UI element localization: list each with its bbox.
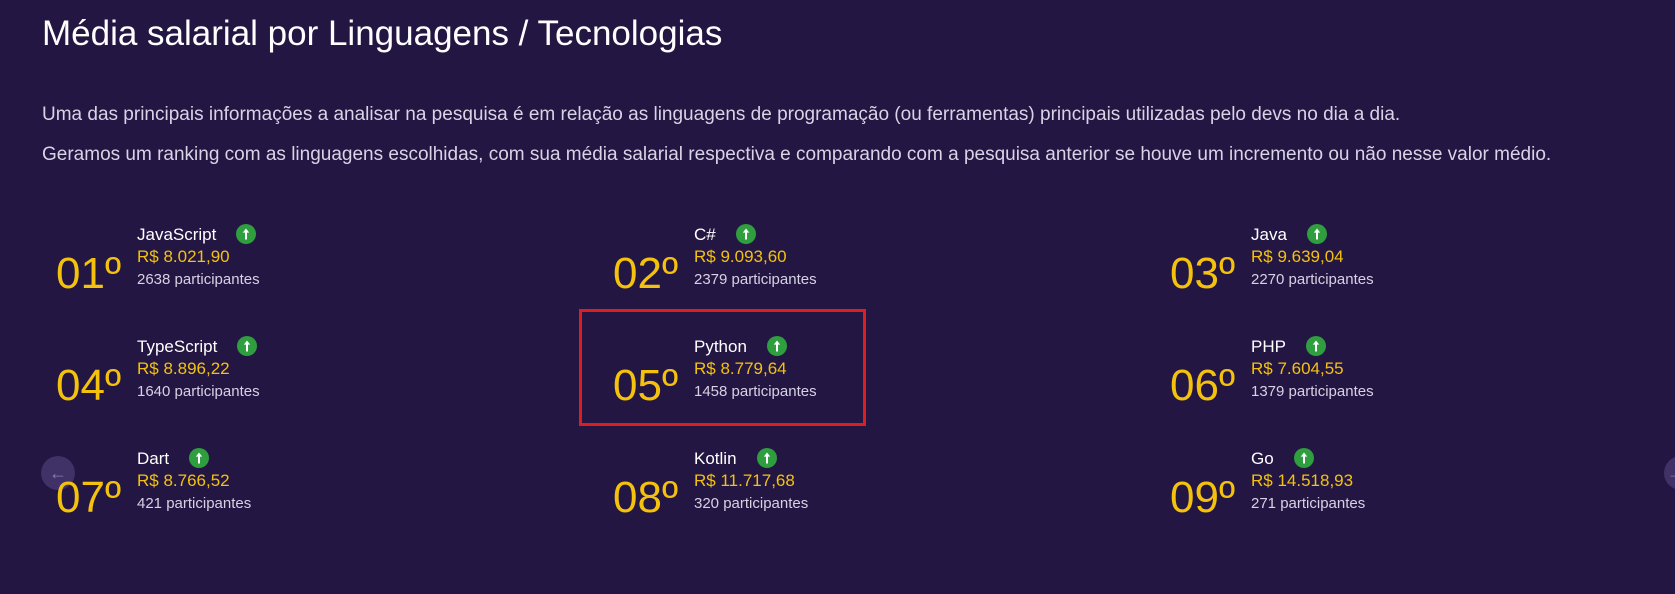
ranking-item: 08º Kotlin R$ 11.717,68 320 participante… — [613, 448, 913, 538]
salary-value: R$ 11.717,68 — [694, 471, 795, 490]
salary-value: R$ 7.604,55 — [1251, 359, 1344, 378]
language-name: Go — [1251, 449, 1274, 468]
ranking-item: 06º PHP R$ 7.604,55 1379 participantes — [1170, 336, 1470, 426]
ranking-item: 07º Dart R$ 8.766,52 421 participantes — [56, 448, 356, 538]
rank-number: 06º — [1170, 361, 1236, 410]
section-description: Uma das principais informações a analisa… — [42, 104, 1401, 125]
arrow-up-icon — [1293, 448, 1314, 468]
carousel-next-button[interactable]: → — [1664, 456, 1675, 490]
ranking-item: 01º JavaScript R$ 8.021,90 2638 particip… — [56, 224, 356, 314]
participants-count: 1379 participantes — [1251, 383, 1374, 400]
salary-value: R$ 8.896,22 — [137, 359, 230, 378]
arrow-up-icon — [1305, 336, 1326, 356]
participants-count: 1640 participantes — [137, 383, 260, 400]
participants-count: 320 participantes — [694, 495, 809, 512]
participants-count: 2638 participantes — [137, 271, 260, 288]
section-title: Média salarial por Linguagens / Tecnolog… — [42, 14, 723, 53]
ranking-item: 04º TypeScript R$ 8.896,22 1640 particip… — [56, 336, 356, 426]
rank-number: 07º — [56, 473, 122, 522]
language-name: Dart — [137, 449, 170, 468]
participants-count: 2270 participantes — [1251, 271, 1374, 288]
salary-value: R$ 8.021,90 — [137, 247, 230, 266]
ranking-info: Go R$ 14.518,93 271 participantes — [1251, 448, 1365, 515]
highlight-box — [579, 309, 866, 426]
participants-count: 2379 participantes — [694, 271, 817, 288]
language-name: JavaScript — [137, 225, 217, 244]
ranking-info: Kotlin R$ 11.717,68 320 participantes — [694, 448, 808, 515]
participants-count: 271 participantes — [1251, 495, 1366, 512]
language-name: C# — [694, 225, 716, 244]
ranking-info: C# R$ 9.093,60 2379 participantes — [694, 224, 817, 291]
arrow-up-icon — [237, 336, 258, 356]
arrow-right-icon: → — [1667, 463, 1675, 483]
arrow-up-icon — [756, 448, 777, 468]
ranking-info: PHP R$ 7.604,55 1379 participantes — [1251, 336, 1374, 403]
salary-value: R$ 8.766,52 — [137, 471, 230, 490]
arrow-up-icon — [236, 224, 257, 244]
language-name: PHP — [1251, 337, 1286, 356]
arrow-up-icon — [189, 448, 210, 468]
section-description: Geramos um ranking com as linguagens esc… — [42, 144, 1552, 165]
rank-number: 02º — [613, 249, 679, 298]
ranking-info: JavaScript R$ 8.021,90 2638 participante… — [137, 224, 260, 291]
language-name: TypeScript — [137, 337, 218, 356]
ranking-info: Java R$ 9.639,04 2270 participantes — [1251, 224, 1374, 291]
salary-value: R$ 9.093,60 — [694, 247, 787, 266]
rank-number: 01º — [56, 249, 122, 298]
rank-number: 04º — [56, 361, 122, 410]
rank-number: 09º — [1170, 473, 1236, 522]
language-name: Java — [1251, 225, 1287, 244]
arrow-up-icon — [735, 224, 756, 244]
arrow-up-icon — [1306, 224, 1327, 244]
salary-value: R$ 14.518,93 — [1251, 471, 1354, 490]
ranking-item: 09º Go R$ 14.518,93 271 participantes — [1170, 448, 1470, 538]
rank-number: 03º — [1170, 249, 1236, 298]
participants-count: 421 participantes — [137, 495, 252, 512]
ranking-info: Dart R$ 8.766,52 421 participantes — [137, 448, 251, 515]
language-name: Kotlin — [694, 449, 737, 468]
ranking-item: 03º Java R$ 9.639,04 2270 participantes — [1170, 224, 1470, 314]
ranking-item: 02º C# R$ 9.093,60 2379 participantes — [613, 224, 913, 314]
salary-value: R$ 9.639,04 — [1251, 247, 1344, 266]
rank-number: 08º — [613, 473, 679, 522]
ranking-info: TypeScript R$ 8.896,22 1640 participante… — [137, 336, 260, 403]
